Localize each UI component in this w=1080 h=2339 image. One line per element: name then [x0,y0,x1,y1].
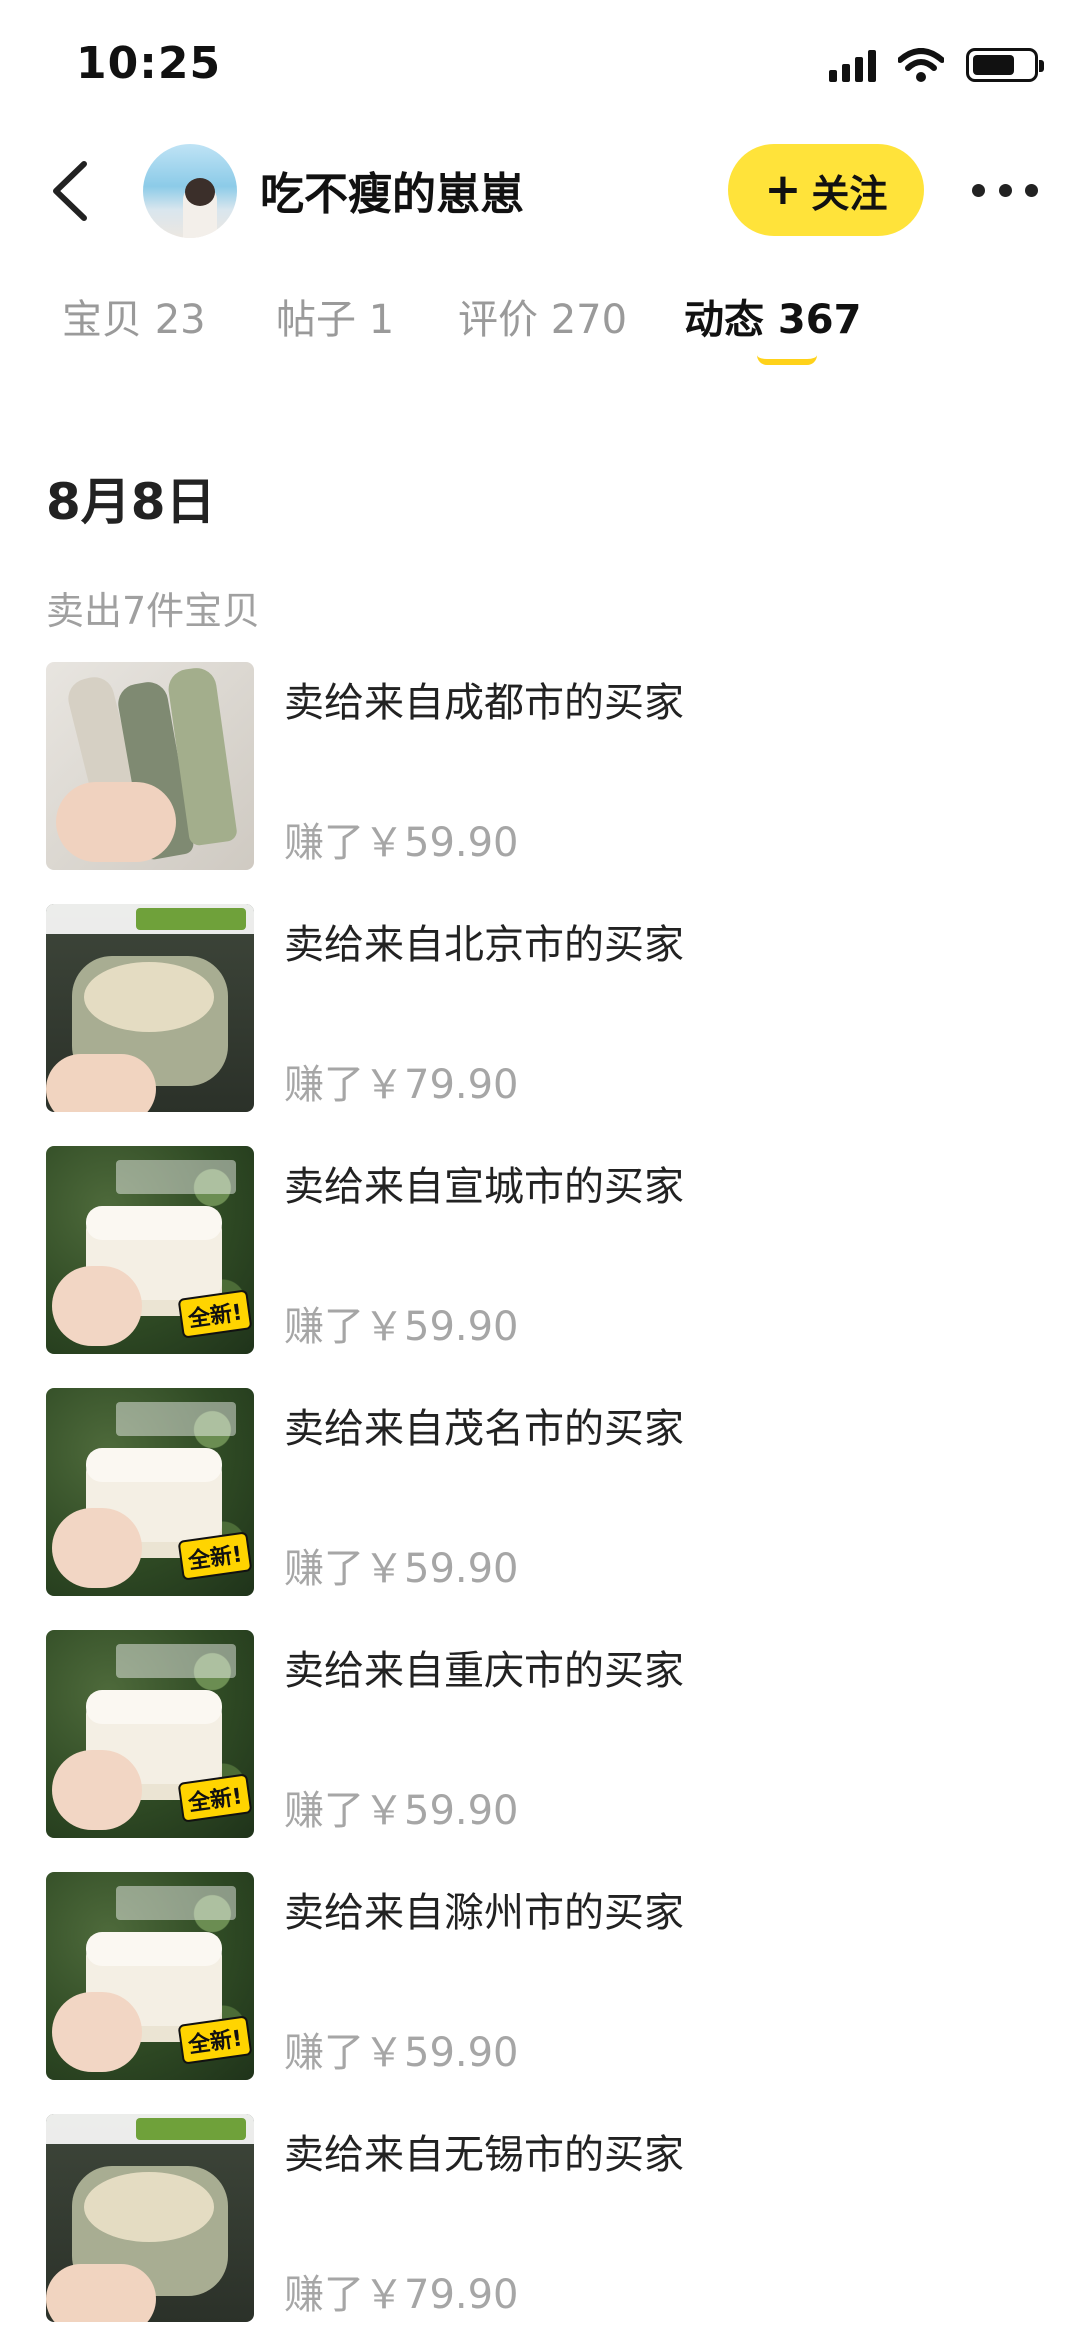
status-bar: 10:25 [0,0,1080,130]
earned-amount: 赚了￥79.90 [284,1062,519,1108]
list-item[interactable]: 卖给来自北京市的买家 赚了￥79.90 [46,904,1046,1146]
product-thumbnail[interactable]: 全新! [46,1630,254,1838]
sale-title: 卖给来自成都市的买家 [284,680,684,726]
product-thumbnail[interactable]: 全新! [46,1872,254,2080]
list-item[interactable]: 卖给来自无锡市的买家 赚了￥79.90 [46,2114,1046,2339]
sale-title: 卖给来自北京市的买家 [284,922,684,968]
earned-amount: 赚了￥59.90 [284,820,519,866]
status-time: 10:25 [76,38,222,89]
sold-items-list: 卖给来自成都市的买家 赚了￥59.90 卖给来自北京市的买家 赚了￥79.90 … [46,662,1046,2339]
product-thumbnail[interactable] [46,2114,254,2322]
sale-title: 卖给来自宣城市的买家 [284,1164,684,1210]
list-item[interactable]: 全新! 卖给来自滁州市的买家 赚了￥59.90 [46,1872,1046,2114]
back-arrow-icon [53,161,87,221]
tab-activity[interactable]: 动态 367 [684,287,861,345]
earned-amount: 赚了￥59.90 [284,1788,519,1834]
tab-active-indicator [757,355,817,365]
sale-title: 卖给来自滁州市的买家 [284,1890,684,1936]
tab-items[interactable]: 宝贝 23 [62,287,206,345]
product-thumbnail[interactable] [46,662,254,870]
feed-date: 8月8日 [46,473,216,531]
list-item[interactable]: 全新! 卖给来自重庆市的买家 赚了￥59.90 [46,1630,1046,1872]
signal-icon [829,48,876,82]
more-dots-icon[interactable] [972,170,1038,210]
tab-reviews[interactable]: 评价 270 [458,287,627,345]
sale-title: 卖给来自茂名市的买家 [284,1406,684,1452]
earned-amount: 赚了￥79.90 [284,2272,519,2318]
list-item[interactable]: 全新! 卖给来自茂名市的买家 赚了￥59.90 [46,1388,1046,1630]
battery-icon [966,48,1044,82]
back-button[interactable] [42,156,102,226]
status-icons [829,48,1044,82]
plus-icon: + [764,164,802,215]
product-thumbnail[interactable]: 全新! [46,1388,254,1596]
sale-title: 卖给来自重庆市的买家 [284,1648,684,1694]
profile-tabs: 宝贝 23 帖子 1 评价 270 动态 367 [0,275,1080,375]
earned-amount: 赚了￥59.90 [284,2030,519,2076]
username[interactable]: 吃不瘦的崽崽 [260,158,524,222]
sale-title: 卖给来自无锡市的买家 [284,2132,684,2178]
wifi-icon [898,48,944,82]
earned-amount: 赚了￥59.90 [284,1546,519,1592]
profile-header: 吃不瘦的崽崽 + 关注 [0,130,1080,250]
product-thumbnail[interactable] [46,904,254,1112]
tab-posts[interactable]: 帖子 1 [276,287,394,345]
avatar[interactable] [143,144,237,238]
follow-button[interactable]: + 关注 [728,144,924,236]
product-thumbnail[interactable]: 全新! [46,1146,254,1354]
list-item[interactable]: 卖给来自成都市的买家 赚了￥59.90 [46,662,1046,904]
follow-label: 关注 [811,171,888,216]
sold-summary: 卖出7件宝贝 [46,589,261,633]
list-item[interactable]: 全新! 卖给来自宣城市的买家 赚了￥59.90 [46,1146,1046,1388]
earned-amount: 赚了￥59.90 [284,1304,519,1350]
